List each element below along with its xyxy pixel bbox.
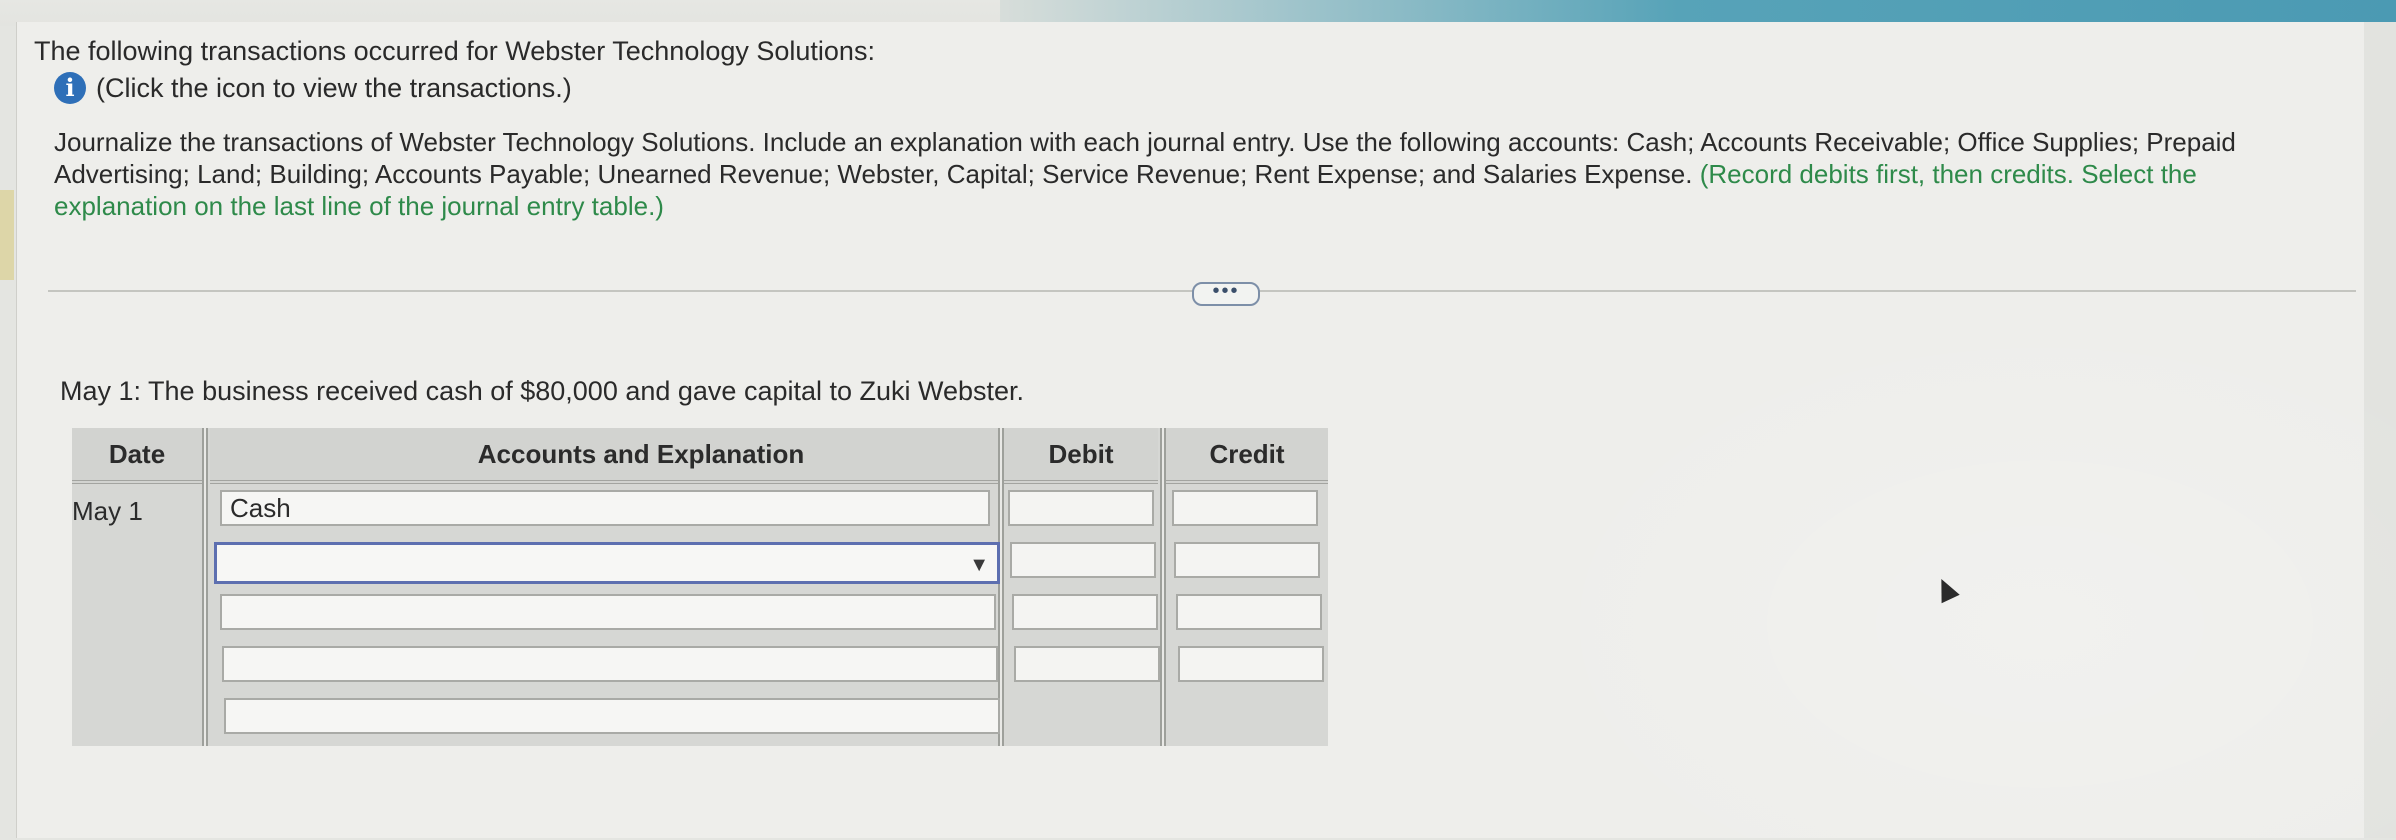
credit-field-4[interactable] [1178, 646, 1324, 682]
header-debit: Debit [1004, 428, 1158, 484]
dropdown-arrow-icon[interactable]: ▼ [969, 549, 989, 581]
question-title: The following transactions occurred for … [34, 36, 875, 66]
debit-field-1[interactable] [1008, 490, 1154, 526]
debit-field-3[interactable] [1012, 594, 1158, 630]
header-date: Date [72, 428, 202, 484]
credit-field-1[interactable] [1172, 490, 1318, 526]
header-accounts: Accounts and Explanation [210, 428, 1072, 484]
transaction-prompt: May 1: The business received cash of $80… [60, 376, 1025, 406]
view-transactions-link[interactable]: (Click the icon to view the transactions… [96, 73, 572, 104]
debit-field-2[interactable] [1010, 542, 1156, 578]
left-edge-strip [0, 190, 14, 280]
instructions: Journalize the transactions of Webster T… [54, 126, 2334, 222]
account-field-3[interactable] [220, 594, 996, 630]
account-select-2[interactable]: ▼ [214, 542, 1000, 584]
journal-entry-table: Date Accounts and Explanation Debit Cred… [72, 428, 1328, 746]
account-field-4[interactable] [222, 646, 998, 682]
info-row: i (Click the icon to view the transactio… [54, 71, 572, 105]
explanation-field[interactable] [224, 698, 1000, 734]
more-button[interactable]: ••• [1192, 281, 1260, 306]
column-separator [1160, 428, 1166, 746]
info-icon[interactable]: i [54, 72, 86, 104]
debit-field-4[interactable] [1014, 646, 1160, 682]
account-field-1[interactable]: Cash [220, 490, 990, 526]
right-edge-strip [2364, 22, 2396, 838]
credit-field-2[interactable] [1174, 542, 1320, 578]
header-credit: Credit [1166, 428, 1328, 484]
column-separator [202, 428, 208, 746]
credit-field-3[interactable] [1176, 594, 1322, 630]
entry-date: May 1 [72, 496, 143, 526]
